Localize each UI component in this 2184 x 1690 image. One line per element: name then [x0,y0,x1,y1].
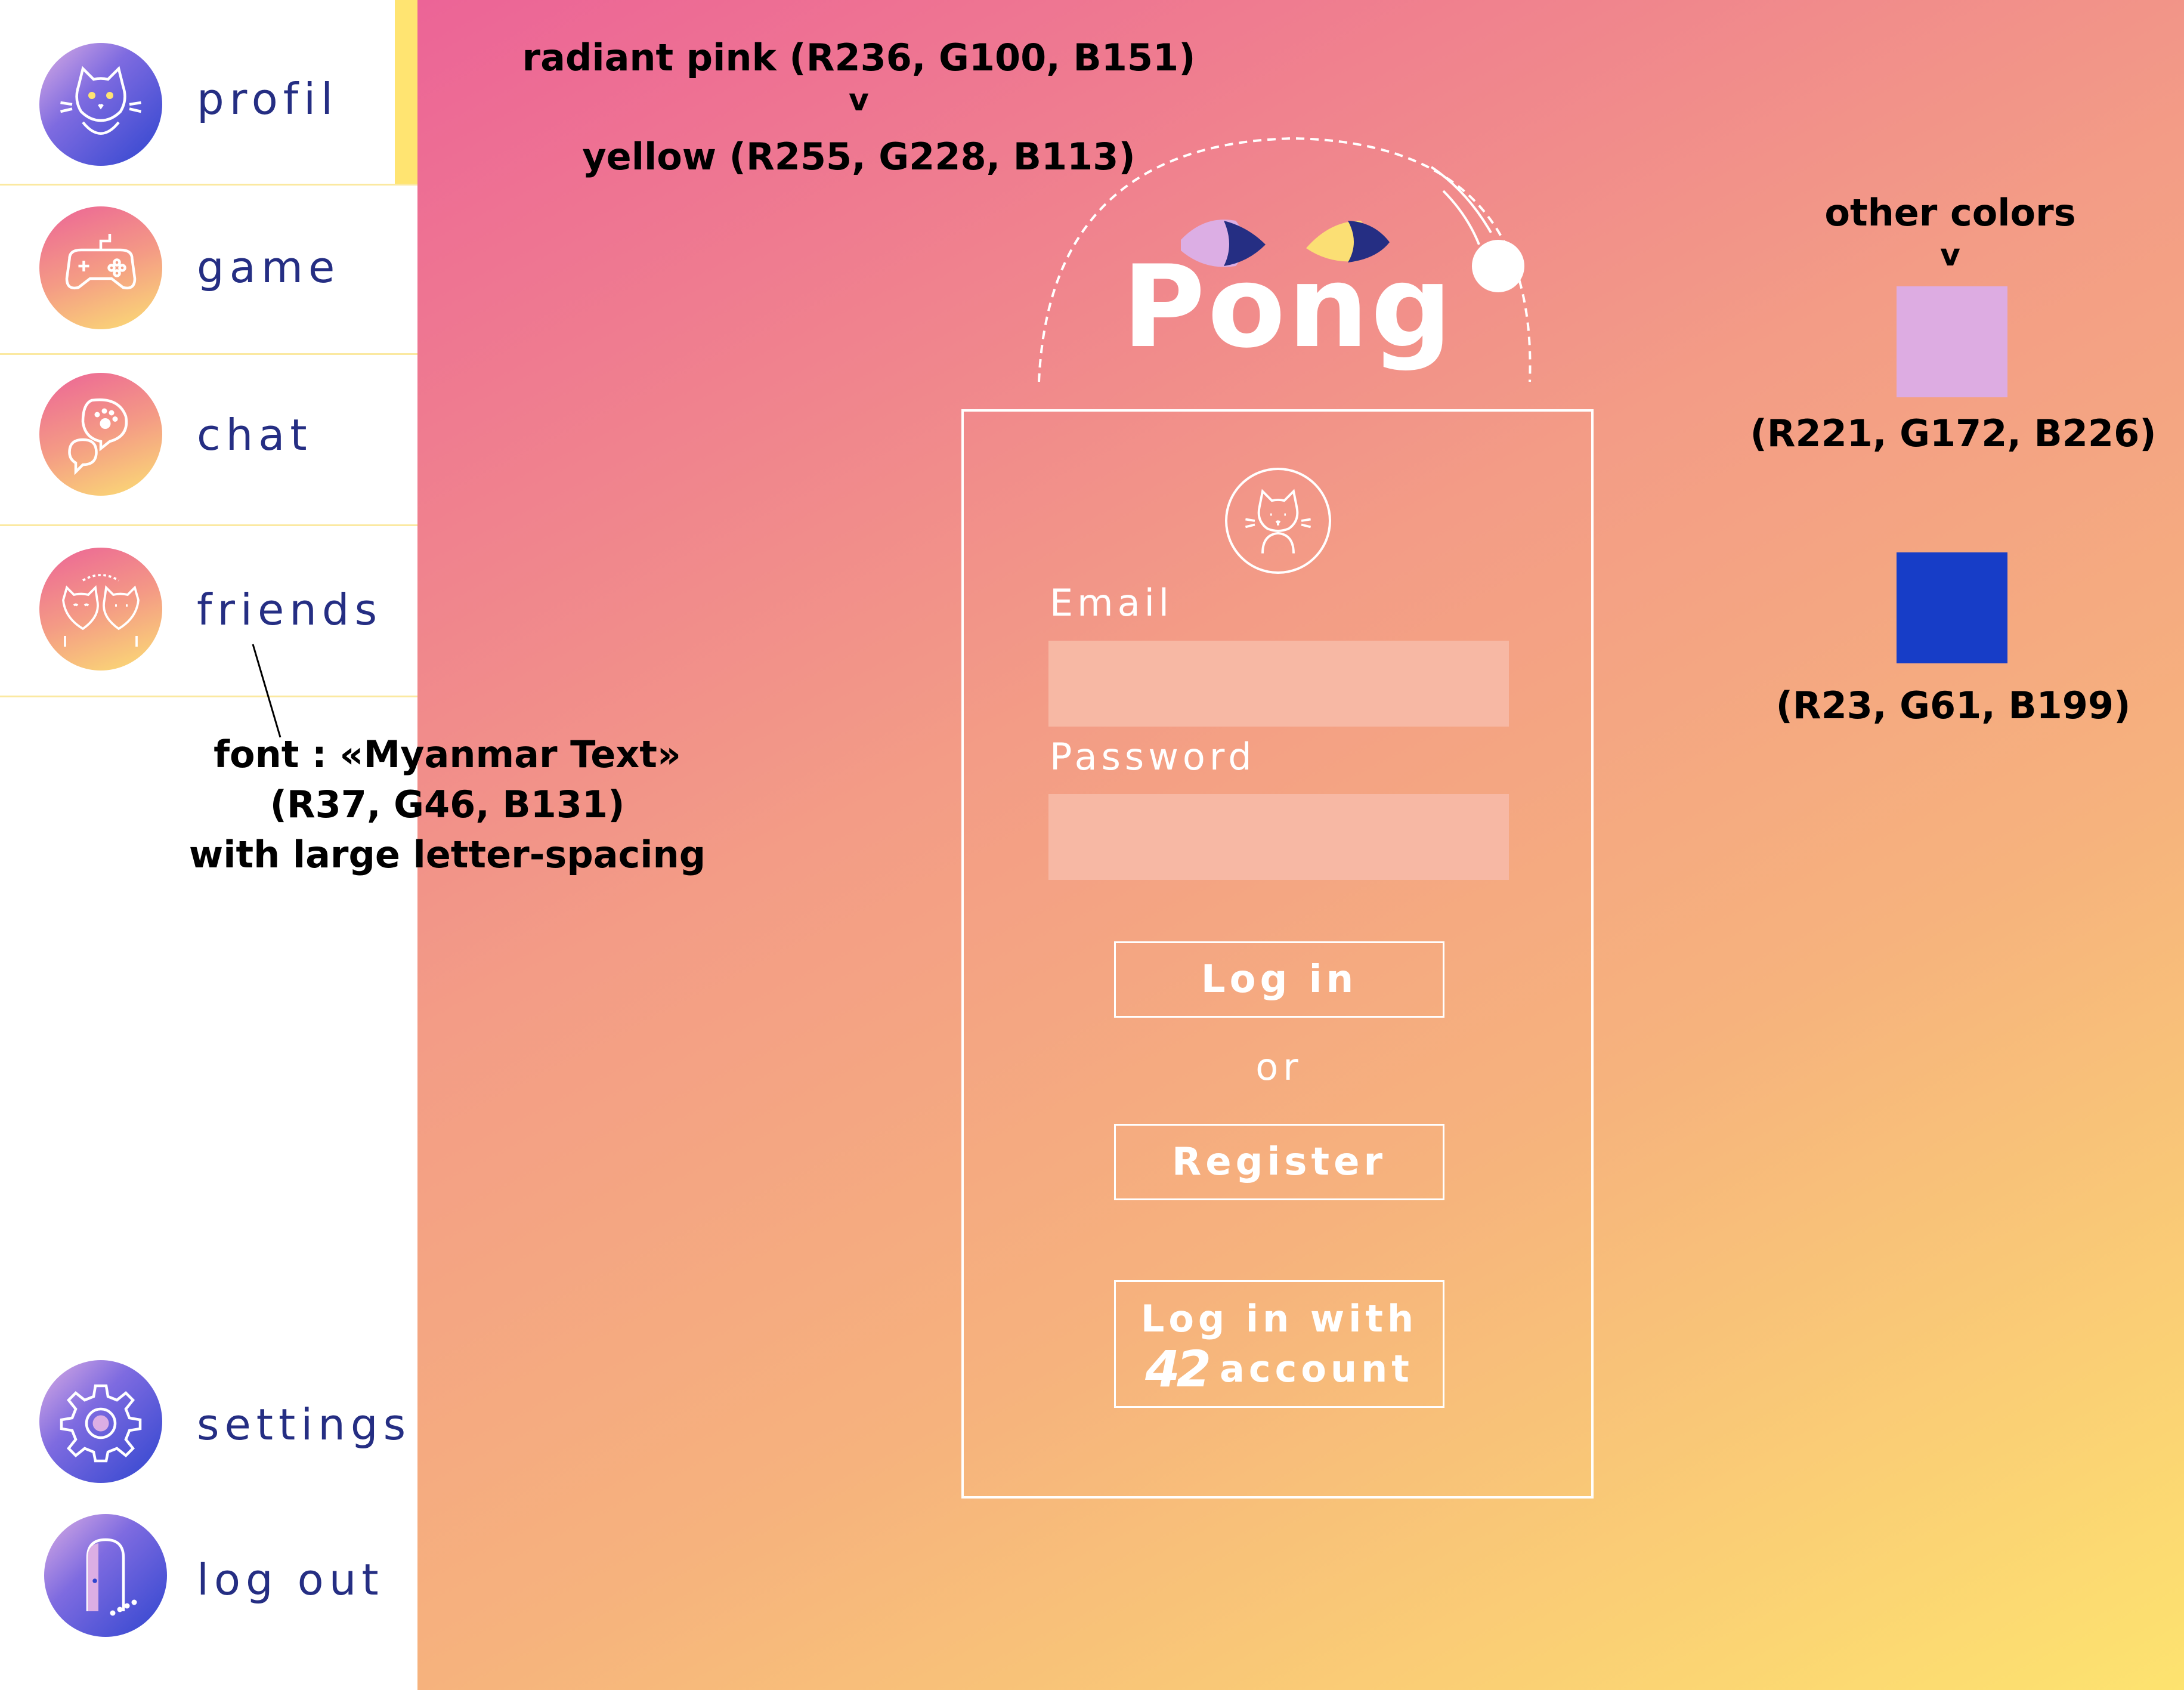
sidebar-item-label: log out [197,1555,384,1605]
two-cats-icon [39,548,162,671]
email-field[interactable] [1048,641,1509,727]
email-label: Email [1050,581,1174,625]
sidebar-item-log-out[interactable]: log out [0,1501,417,1670]
ball-icon [1472,240,1524,292]
login-42-button[interactable]: Log in with 42 account [1114,1280,1444,1408]
logo-42-icon: 42 [1145,1340,1211,1398]
annotation-primary-arrow: v [849,82,869,118]
password-field[interactable] [1048,794,1509,880]
annotation-other-colors-title: other colors [1824,191,2076,234]
annotation-font-line2: (R37, G46, B131) [270,783,625,826]
login-42-line2: account [1220,1347,1413,1391]
login-button[interactable]: Log in [1114,941,1444,1018]
sidebar-item-chat[interactable]: chat [0,355,417,526]
login-42-line1: Log in with [1140,1297,1418,1340]
chat-bubbles-icon [39,373,162,496]
door-icon [44,1514,167,1637]
avatar [1225,468,1331,574]
cat-portrait-icon [39,43,162,166]
sidebar-item-label: friends [197,585,383,635]
sidebar-item-friends[interactable]: friends [0,526,417,697]
sidebar-item-label: game [197,242,341,292]
or-separator: or [1255,1045,1303,1089]
annotation-primary-colors-line1: radiant pink (R236, G100, B151) [522,36,1196,79]
cat-avatar-icon [1245,489,1311,554]
annotation-swatch1-label: (R221, G172, B226) [1750,412,2157,455]
sidebar-item-game[interactable]: game [0,184,417,355]
annotation-swatch2-label: (R23, G61, B199) [1775,684,2131,727]
password-label: Password [1050,735,1256,778]
annotation-font-line1: font : «Myanmar Text» [214,733,681,776]
swatch-lavender [1897,286,2007,397]
sidebar-item-label: chat [197,410,313,460]
page-title: Pong [1122,241,1455,373]
annotation-primary-colors-line2: yellow (R255, G228, B113) [582,135,1136,178]
sidebar-item-label: settings [197,1399,412,1450]
sidebar-item-profil[interactable]: profil [0,14,417,186]
register-button[interactable]: Register [1114,1124,1444,1200]
sidebar-item-settings[interactable]: settings [0,1345,417,1514]
swatch-blue [1897,552,2007,663]
gear-icon [39,1360,162,1483]
sidebar-item-label: profil [197,74,339,124]
annotation-other-arrow: v [1940,237,1960,273]
gamepad-icon [39,206,162,329]
annotation-font-line3: with large letter-spacing [188,833,706,876]
